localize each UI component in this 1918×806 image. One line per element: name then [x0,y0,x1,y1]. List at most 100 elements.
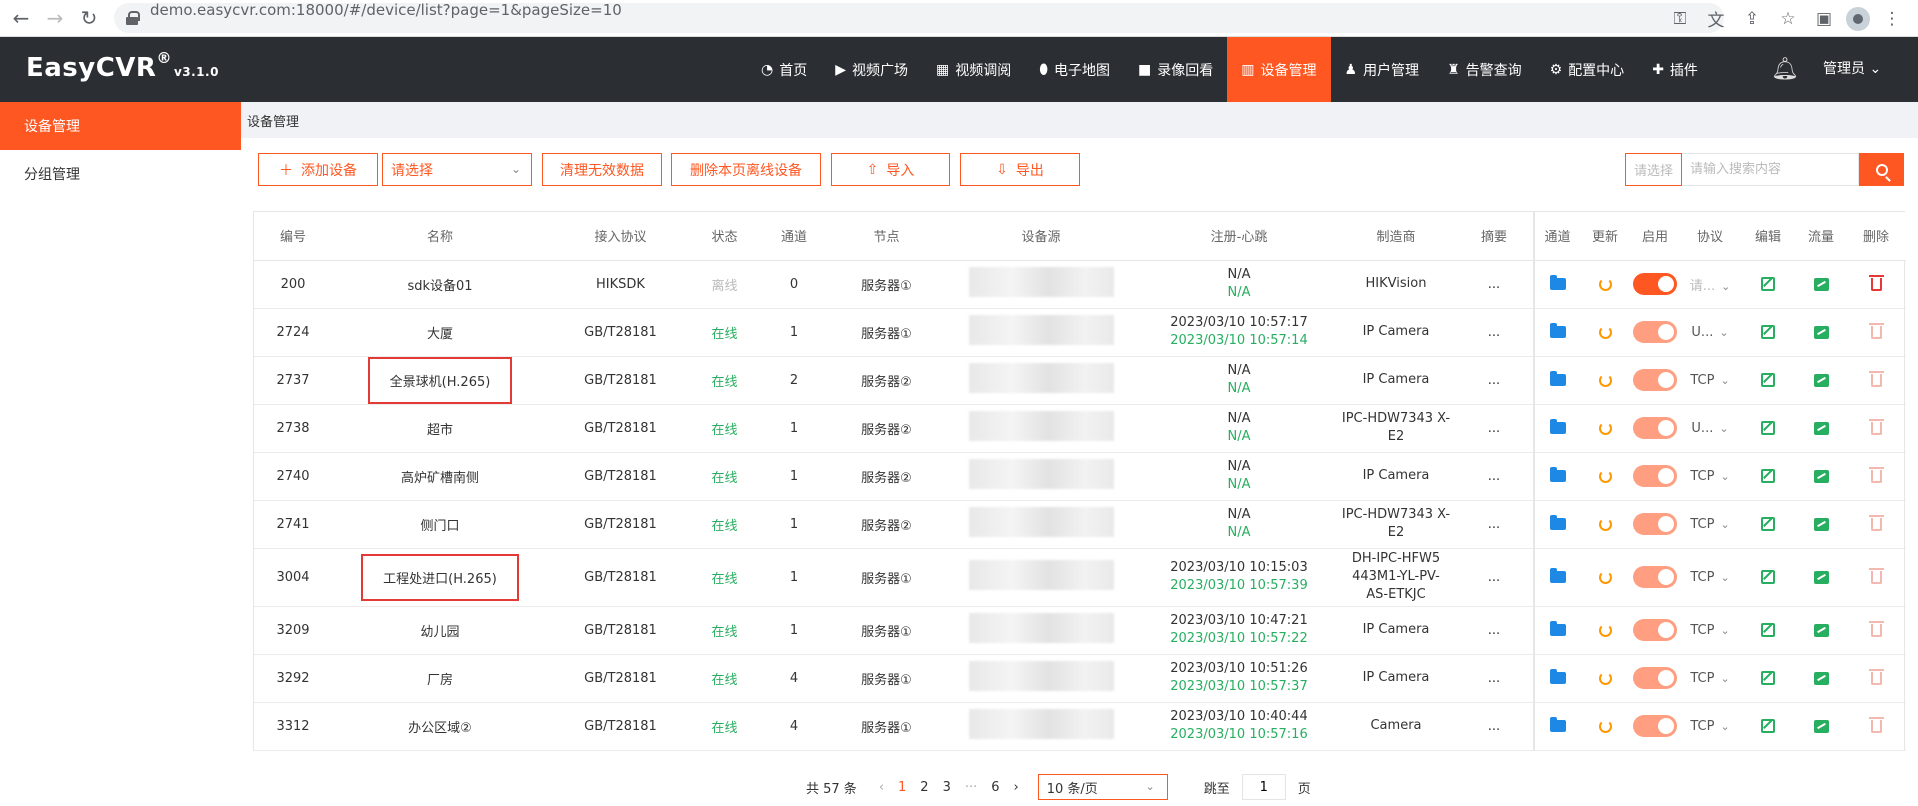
traffic-chart-icon[interactable] [1813,570,1829,584]
enable-toggle[interactable] [1633,566,1677,588]
nav-device-management[interactable]: ▥ 设备管理 [1227,37,1331,102]
summary[interactable]: ... [1455,452,1534,501]
refresh-icon[interactable] [1598,277,1612,291]
traffic-action[interactable] [1796,548,1846,607]
nav-video-square[interactable]: ▶ 视频广场 [821,37,922,102]
traffic-chart-icon[interactable] [1813,469,1829,483]
refresh-icon[interactable] [1598,421,1612,435]
refresh-icon[interactable] [1598,570,1612,584]
jump-page-input[interactable] [1241,774,1286,800]
protocol-select[interactable]: TCP ⌄ [1680,702,1740,751]
nav-alarm-query[interactable]: ♜ 告警查询 [1433,37,1536,102]
enable-action[interactable] [1630,500,1680,549]
traffic-action[interactable] [1796,654,1846,703]
folder-icon[interactable] [1549,515,1566,530]
summary[interactable]: ... [1455,260,1534,309]
edit-action[interactable] [1740,308,1796,357]
refresh-icon[interactable] [1598,623,1612,637]
edit-icon[interactable] [1761,719,1775,733]
edit-action[interactable] [1740,404,1796,453]
refresh-icon[interactable] [1598,517,1612,531]
edit-action[interactable] [1740,548,1796,607]
nav-video-review[interactable]: ▦ 视频调阅 [922,37,1025,102]
protocol-select[interactable]: U... ⌄ [1680,404,1740,453]
back-arrow-icon[interactable]: ← [6,3,36,33]
enable-toggle[interactable] [1633,715,1677,737]
traffic-action[interactable] [1796,308,1846,357]
protocol-select[interactable]: U... ⌄ [1680,308,1740,357]
device-filter-select[interactable]: 请选择 ⌄ [382,153,532,186]
traffic-chart-icon[interactable] [1813,623,1829,637]
edit-icon[interactable] [1761,373,1775,387]
profile-avatar-icon[interactable] [1846,6,1870,31]
nav-user-management[interactable]: ♟ 用户管理 [1331,37,1434,102]
folder-icon[interactable] [1549,467,1566,482]
traffic-action[interactable] [1796,260,1846,309]
channel-action[interactable] [1533,356,1580,405]
nav-config-center[interactable]: ⚙ 配置中心 [1536,37,1639,102]
update-action[interactable] [1580,260,1630,309]
channel-action[interactable] [1533,654,1580,703]
protocol-select[interactable]: 请... ⌄ [1680,260,1740,309]
next-page-button[interactable]: › [1014,780,1019,795]
summary[interactable]: ... [1455,606,1534,655]
export-button[interactable]: ⇩ 导出 [960,153,1080,186]
traffic-action[interactable] [1796,452,1846,501]
summary[interactable]: ... [1455,548,1534,607]
side-panel-icon[interactable]: ▣ [1810,5,1838,33]
enable-toggle[interactable] [1633,369,1677,391]
edit-icon[interactable] [1761,623,1775,637]
protocol-select[interactable]: TCP ⌄ [1680,654,1740,703]
traffic-action[interactable] [1796,702,1846,751]
channel-action[interactable] [1533,260,1580,309]
edit-action[interactable] [1740,356,1796,405]
folder-icon[interactable] [1549,371,1566,386]
bookmark-star-icon[interactable]: ☆ [1774,5,1802,33]
channel-action[interactable] [1533,606,1580,655]
edit-icon[interactable] [1761,325,1775,339]
page-1[interactable]: 1 [898,780,906,795]
refresh-icon[interactable] [1598,469,1612,483]
summary[interactable]: ... [1455,308,1534,357]
update-action[interactable] [1580,702,1630,751]
import-button[interactable]: ⇧ 导入 [831,153,950,186]
refresh-icon[interactable] [1598,719,1612,733]
edit-action[interactable] [1740,500,1796,549]
edit-action[interactable] [1740,654,1796,703]
page-6[interactable]: 6 [991,780,999,795]
folder-icon[interactable] [1549,568,1566,583]
translate-icon[interactable]: 文 [1702,5,1730,33]
enable-action[interactable] [1630,260,1680,309]
traffic-chart-icon[interactable] [1813,373,1829,387]
enable-toggle[interactable] [1633,273,1677,295]
summary[interactable]: ... [1455,654,1534,703]
nav-home[interactable]: ◔ 首页 [747,37,821,102]
edit-action[interactable] [1740,606,1796,655]
edit-icon[interactable] [1761,570,1775,584]
nav-playback[interactable]: ■ 录像回看 [1124,37,1227,102]
enable-toggle[interactable] [1633,513,1677,535]
update-action[interactable] [1580,404,1630,453]
enable-toggle[interactable] [1633,619,1677,641]
folder-icon[interactable] [1549,717,1566,732]
update-action[interactable] [1580,654,1630,703]
folder-icon[interactable] [1549,323,1566,338]
refresh-icon[interactable] [1598,671,1612,685]
traffic-action[interactable] [1796,500,1846,549]
nav-map[interactable]: ⬮ 电子地图 [1025,37,1124,102]
search-button[interactable] [1859,153,1904,186]
traffic-chart-icon[interactable] [1813,421,1829,435]
kebab-menu-icon[interactable]: ⋮ [1878,5,1906,33]
edit-action[interactable] [1740,452,1796,501]
protocol-select[interactable]: TCP ⌄ [1680,356,1740,405]
delete-action[interactable] [1846,260,1906,309]
enable-toggle[interactable] [1633,417,1677,439]
refresh-icon[interactable] [1598,373,1612,387]
nav-plugins[interactable]: ✚ 插件 [1638,37,1712,102]
search-field-select[interactable]: 请选择 [1625,153,1682,186]
enable-toggle[interactable] [1633,321,1677,343]
sidebar-item-device-management[interactable]: 设备管理 [0,102,241,150]
protocol-select[interactable]: TCP ⌄ [1680,606,1740,655]
folder-icon[interactable] [1549,669,1566,684]
folder-icon[interactable] [1549,621,1566,636]
